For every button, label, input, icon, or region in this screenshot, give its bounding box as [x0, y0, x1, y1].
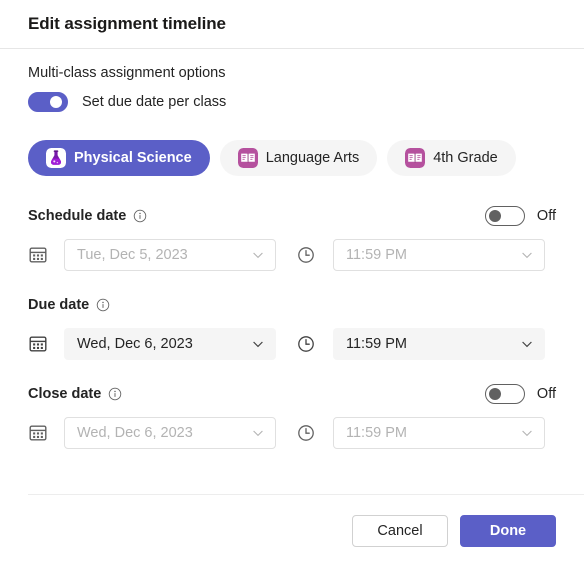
page-title: Edit assignment timeline: [28, 14, 226, 33]
close-time-value: 11:59 PM: [346, 425, 407, 441]
chevron-down-icon: [522, 430, 532, 437]
schedule-date-value: Tue, Dec 5, 2023: [77, 247, 188, 263]
class-tabs: Physical Science Language Arts 4th Grade: [28, 140, 556, 176]
schedule-date-input[interactable]: Tue, Dec 5, 2023: [64, 239, 276, 271]
due-date-block: Due date Wed, Dec 6, 2023 11:59 PM: [28, 295, 556, 360]
set-due-date-per-class-label: Set due date per class: [82, 94, 227, 110]
schedule-date-block: Schedule date Off Tue, Dec 5, 2023 11:59…: [28, 206, 556, 271]
schedule-time-input[interactable]: 11:59 PM: [333, 239, 545, 271]
dialog-header: Edit assignment timeline: [0, 0, 584, 49]
close-date-block: Close date Off Wed, Dec 6, 2023 11:59 PM: [28, 384, 556, 449]
schedule-date-toggle-state: Off: [536, 208, 556, 224]
dialog-footer: Cancel Done: [0, 494, 584, 567]
multi-class-section-label: Multi-class assignment options: [28, 65, 226, 81]
due-date-label: Due date: [28, 297, 90, 313]
calendar-icon: [29, 336, 47, 352]
class-tab-label: Language Arts: [265, 150, 360, 166]
calendar-icon: [29, 247, 47, 263]
info-icon[interactable]: [108, 387, 122, 401]
close-date-input[interactable]: Wed, Dec 6, 2023: [64, 417, 276, 449]
due-time-input[interactable]: 11:59 PM: [333, 328, 545, 360]
info-icon[interactable]: [133, 209, 147, 223]
chevron-down-icon: [522, 341, 532, 348]
toggle-knob: [50, 96, 62, 108]
set-due-date-per-class-row: Set due date per class: [28, 92, 556, 112]
toggle-knob: [488, 210, 501, 222]
due-date-input[interactable]: Wed, Dec 6, 2023: [64, 328, 276, 360]
close-date-toggle-state: Off: [536, 386, 556, 402]
done-button[interactable]: Done: [460, 514, 556, 547]
clock-icon: [298, 425, 314, 441]
clock-icon: [298, 247, 314, 263]
class-tab-label: 4th Grade: [433, 150, 498, 166]
book-icon: [237, 148, 258, 168]
close-date-toggle[interactable]: [484, 384, 525, 404]
set-due-date-per-class-toggle[interactable]: [28, 92, 68, 112]
chevron-down-icon: [253, 341, 263, 348]
close-date-header: Close date Off: [28, 384, 556, 404]
calendar-icon: [29, 425, 47, 441]
close-time-input[interactable]: 11:59 PM: [333, 417, 545, 449]
info-icon[interactable]: [96, 298, 110, 312]
due-date-header: Due date: [28, 295, 556, 315]
schedule-date-row: Tue, Dec 5, 2023 11:59 PM: [28, 239, 556, 271]
toggle-knob: [488, 388, 501, 400]
dialog-body: Multi-class assignment options Set due d…: [0, 65, 584, 449]
schedule-time-value: 11:59 PM: [346, 247, 407, 263]
schedule-date-header: Schedule date Off: [28, 206, 556, 226]
class-tab-language-arts[interactable]: Language Arts: [219, 140, 378, 176]
class-tab-physical-science[interactable]: Physical Science: [28, 140, 210, 176]
chevron-down-icon: [522, 252, 532, 259]
chevron-down-icon: [253, 252, 263, 259]
close-date-label: Close date: [28, 386, 102, 402]
book-icon: [405, 148, 426, 168]
due-time-value: 11:59 PM: [346, 336, 407, 352]
close-date-value: Wed, Dec 6, 2023: [77, 425, 193, 441]
close-date-row: Wed, Dec 6, 2023 11:59 PM: [28, 417, 556, 449]
due-date-value: Wed, Dec 6, 2023: [77, 336, 193, 352]
flask-icon: [46, 148, 66, 168]
due-date-row: Wed, Dec 6, 2023 11:59 PM: [28, 328, 556, 360]
chevron-down-icon: [253, 430, 263, 437]
cancel-button[interactable]: Cancel: [352, 514, 448, 547]
schedule-date-toggle[interactable]: [484, 206, 525, 226]
class-tab-label: Physical Science: [74, 150, 192, 166]
schedule-date-label: Schedule date: [28, 208, 127, 224]
clock-icon: [298, 336, 314, 352]
class-tab-4th-grade[interactable]: 4th Grade: [387, 140, 516, 176]
